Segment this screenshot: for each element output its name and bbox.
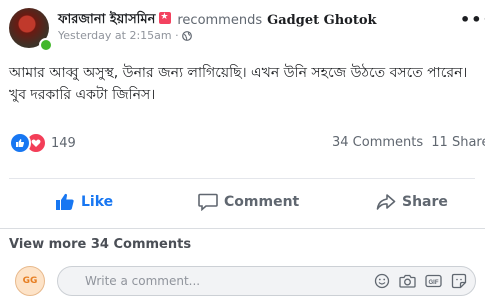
comment-label: Comment — [224, 194, 300, 210]
post-header: ফারজানা ইয়াসমিন recommends Gadget Ghoto… — [58, 10, 377, 31]
share-label: Share — [402, 194, 448, 210]
comment-input[interactable]: Write a comment... GIF — [57, 266, 476, 296]
author-name[interactable]: ফারজানা ইয়াসমিন — [58, 10, 155, 31]
author-avatar[interactable] — [9, 8, 53, 52]
sticker-icon[interactable] — [451, 273, 467, 289]
svg-text:GIF: GIF — [429, 280, 439, 286]
commenter-avatar-label: GG — [22, 276, 38, 286]
more-options-icon[interactable]: ••• — [460, 10, 485, 29]
page-name[interactable]: Gadget Ghotok — [267, 13, 376, 28]
comment-button[interactable]: Comment — [198, 193, 299, 211]
comments-count[interactable]: 34 Comments — [332, 135, 423, 150]
composer-tools: GIF — [365, 273, 467, 289]
camera-icon[interactable] — [399, 273, 416, 289]
comment-icon — [198, 193, 218, 211]
like-reaction-icon — [9, 132, 31, 154]
share-icon — [376, 194, 396, 210]
recommendation-badge-icon — [159, 11, 172, 24]
reaction-count: 149 — [51, 135, 76, 151]
divider — [0, 228, 485, 229]
gif-icon[interactable]: GIF — [425, 273, 442, 289]
emoji-icon[interactable] — [374, 273, 390, 289]
like-icon — [56, 193, 74, 210]
comment-placeholder: Write a comment... — [85, 274, 201, 288]
engagement-counts: 34 Comments 11 Shares — [332, 135, 485, 150]
timestamp[interactable]: Yesterday at 2:15am · — [58, 29, 179, 42]
divider — [9, 178, 475, 179]
online-indicator — [39, 38, 53, 52]
view-more-comments-link[interactable]: View more 34 Comments — [9, 237, 191, 252]
share-button[interactable]: Share — [376, 193, 448, 211]
action-text: recommends — [177, 13, 263, 28]
like-button[interactable]: Like — [55, 193, 113, 211]
post-meta: Yesterday at 2:15am · — [58, 29, 192, 42]
like-label: Like — [81, 194, 114, 210]
commenter-avatar[interactable]: GG — [15, 266, 45, 296]
post-card: ফারজানা ইয়াসমিন recommends Gadget Ghoto… — [0, 0, 485, 303]
globe-icon — [181, 30, 192, 41]
shares-count[interactable]: 11 Shares — [431, 135, 485, 150]
reactions-summary[interactable]: 149 — [9, 132, 76, 154]
post-body: আমার আব্বু অসুস্থ, উনার জন্য লাগিয়েছি। … — [9, 65, 468, 103]
